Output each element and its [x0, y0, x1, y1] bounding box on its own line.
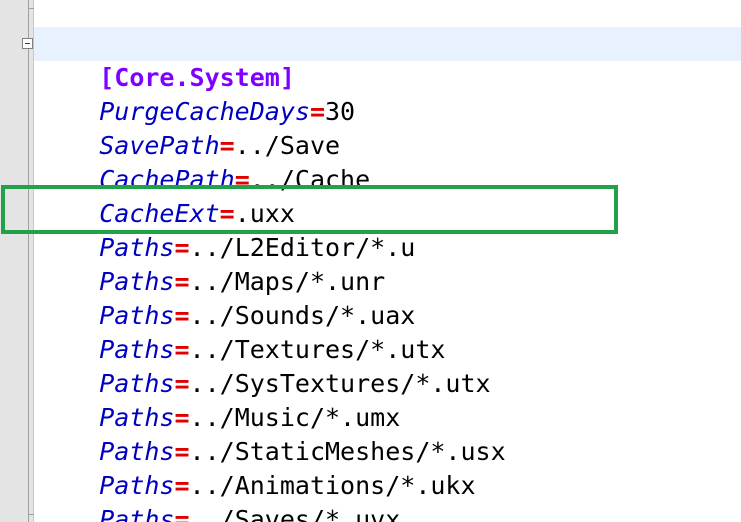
code-line[interactable]: SavePath=../Save — [39, 95, 340, 160]
code-line[interactable]: Paths=../SysTextures/*.utx — [39, 333, 490, 398]
code-line[interactable]: Paths=../Animations/*.ukx — [39, 435, 475, 500]
fold-line-icon — [28, 0, 29, 522]
config-key: Paths — [99, 505, 175, 522]
code-line[interactable]: Paths=../Saves/*.uvx — [39, 469, 400, 522]
code-line[interactable]: PurgeCacheDays=30 — [39, 61, 355, 126]
collapse-section-icon[interactable] — [22, 38, 33, 49]
code-line[interactable]: Paths=../Music/*.umx — [39, 367, 400, 432]
fold-margin — [0, 0, 34, 522]
highlighted-code-line[interactable]: Paths=../L2Editor/*.u — [39, 197, 415, 262]
equals-sign: = — [174, 505, 190, 522]
fold-end-icon — [28, 514, 34, 515]
code-line[interactable]: Paths=../Sounds/*.uax — [39, 265, 415, 330]
code-line[interactable]: CachePath=../Cache — [39, 129, 370, 194]
config-value: ../Saves/*.uvx — [189, 505, 401, 522]
code-line[interactable]: CacheExt=.uxx — [39, 163, 295, 228]
text-editor[interactable]: [Core.System] PurgeCacheDays=30 SavePath… — [0, 0, 741, 522]
code-line[interactable]: Paths=../Maps/*.unr — [39, 231, 385, 296]
section-header-line[interactable]: [Core.System] — [39, 27, 295, 92]
code-line[interactable]: Paths=../StaticMeshes/*.usx — [39, 401, 505, 466]
code-line[interactable]: Paths=../Textures/*.utx — [39, 299, 445, 364]
